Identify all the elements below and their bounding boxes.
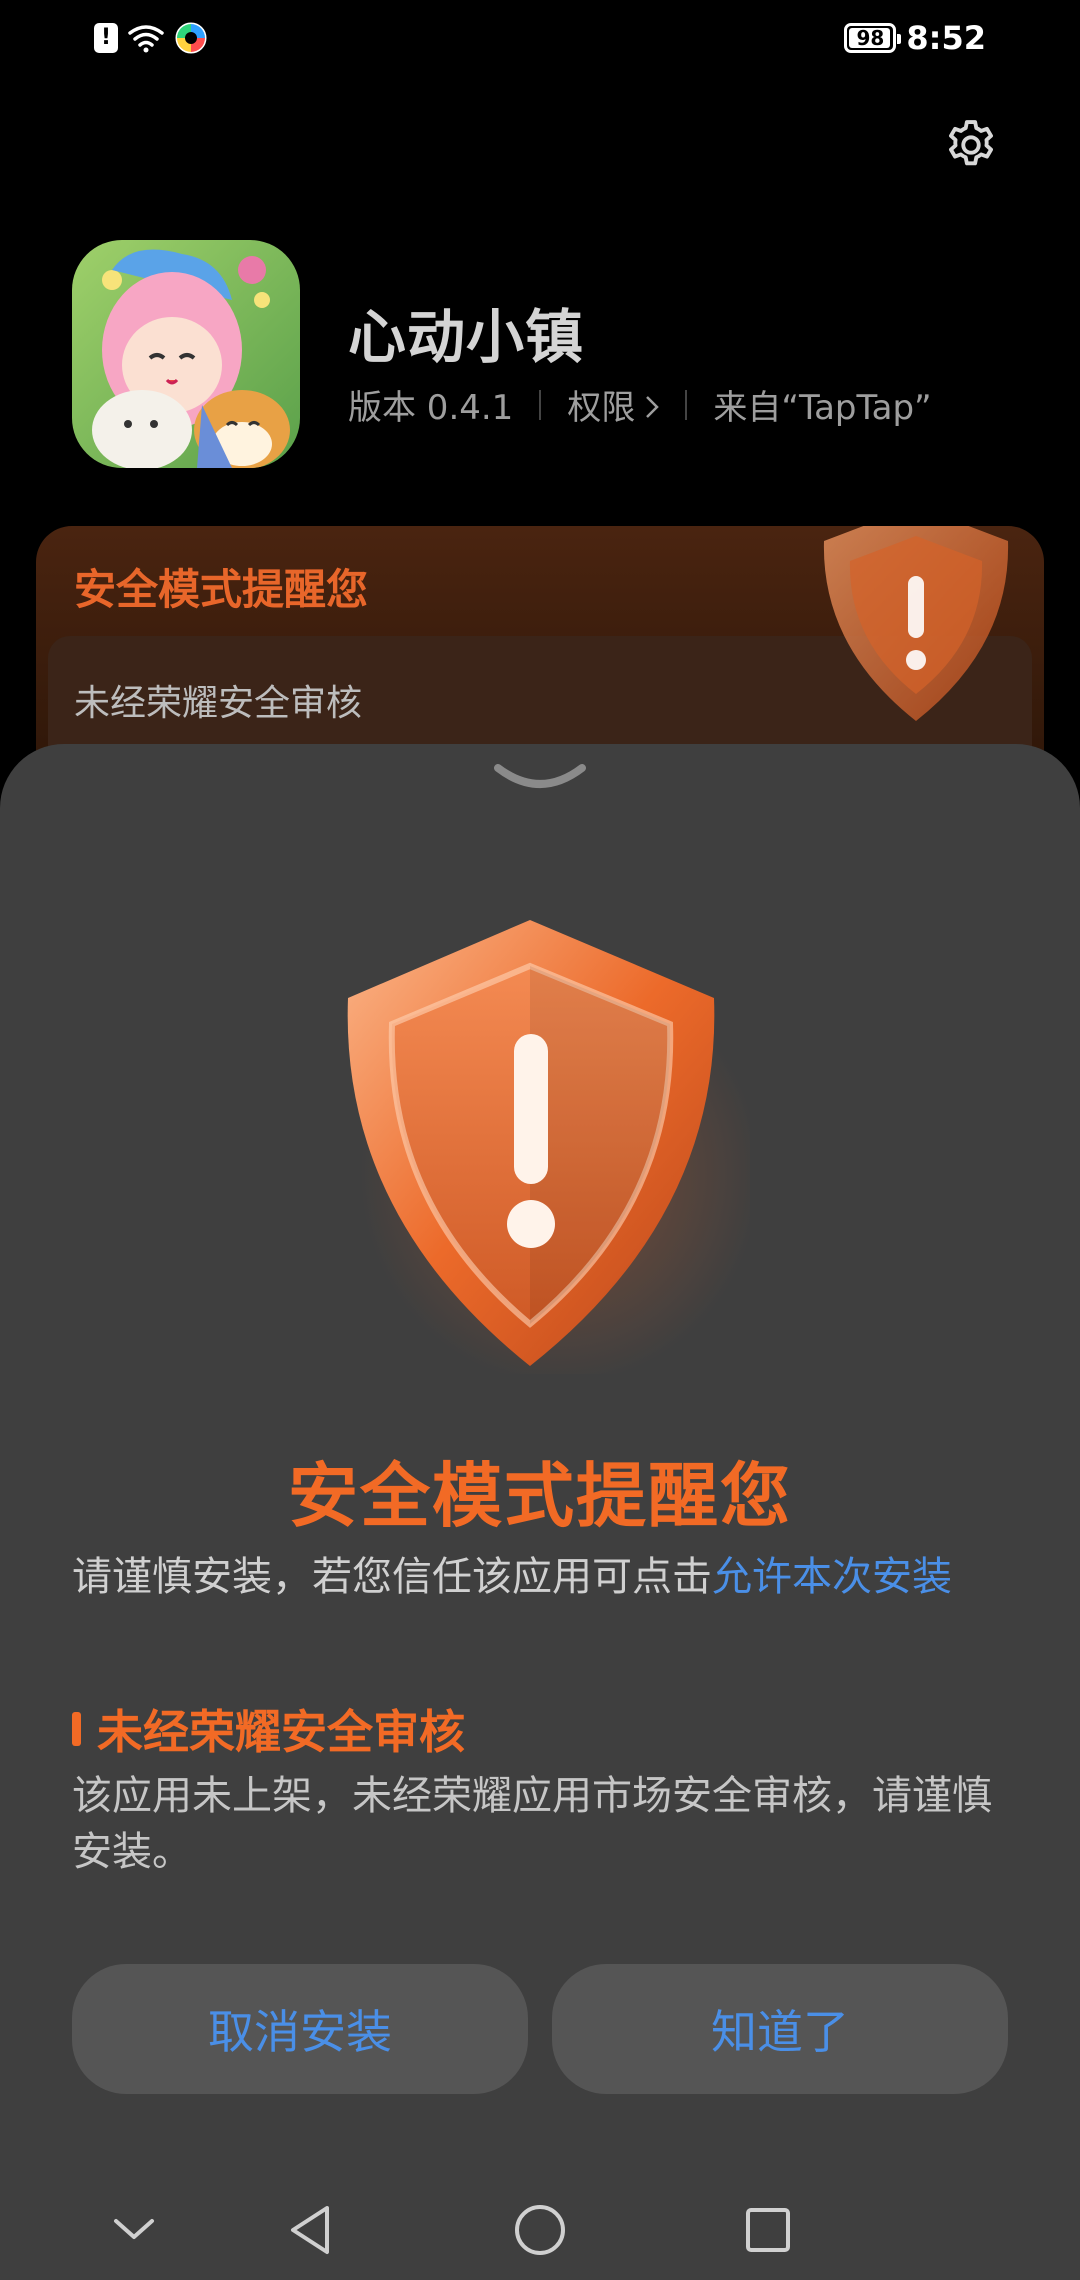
battery-percent: 98 bbox=[856, 26, 885, 50]
divider bbox=[685, 389, 688, 420]
clock: 8:52 bbox=[906, 19, 986, 57]
app-name: 心动小镇 bbox=[348, 303, 585, 371]
chevron-down-icon bbox=[114, 2219, 154, 2239]
navigation-bar bbox=[0, 2170, 1080, 2280]
gear-icon bbox=[949, 120, 993, 166]
cancel-install-button[interactable]: 取消安装 bbox=[72, 1964, 528, 2094]
section-accent-bar bbox=[72, 1712, 81, 1746]
back-icon bbox=[291, 2206, 329, 2254]
sheet-title: 安全模式提醒您 bbox=[288, 1455, 792, 1537]
allow-install-link[interactable]: 允许本次安装 bbox=[712, 1554, 952, 1600]
card-title: 安全模式提醒您 bbox=[74, 565, 369, 614]
permissions-link[interactable]: 权限 bbox=[567, 380, 660, 429]
app-notification-icon bbox=[175, 22, 207, 54]
chevron-down-icon[interactable] bbox=[492, 756, 588, 800]
status-icons-right: 98 8:52 bbox=[844, 18, 986, 58]
wifi-icon bbox=[128, 25, 164, 53]
section-title: 未经荣耀安全审核 bbox=[97, 1705, 465, 1759]
app-icon bbox=[72, 240, 300, 468]
acknowledge-button[interactable]: 知道了 bbox=[552, 1964, 1008, 2094]
nav-recents-button[interactable] bbox=[738, 2200, 798, 2260]
description-text: 请谨慎安装，若您信任该应用可点击 bbox=[72, 1554, 712, 1600]
app-source: 来自“TapTap” bbox=[713, 388, 932, 428]
recents-icon bbox=[746, 2208, 790, 2252]
shield-warning-icon bbox=[347, 920, 750, 1374]
chevron-right-icon bbox=[646, 396, 660, 418]
section-body: 该应用未上架，未经荣耀应用市场安全审核，请谨慎安装。 bbox=[72, 1773, 992, 1875]
security-bottom-sheet: 安全模式提醒您 请谨慎安装，若您信任该应用可点击允许本次安装 未经荣耀安全审核 … bbox=[0, 744, 1080, 2280]
nav-hide-button[interactable] bbox=[104, 2200, 164, 2260]
shield-warning-icon bbox=[823, 526, 1009, 721]
battery-icon: 98 bbox=[844, 23, 902, 53]
home-icon bbox=[515, 2205, 565, 2255]
status-icons-left bbox=[94, 18, 208, 58]
settings-button[interactable] bbox=[938, 112, 1004, 178]
card-subtitle: 未经荣耀安全审核 bbox=[74, 683, 363, 724]
status-bar: 98 8:52 bbox=[0, 0, 1080, 72]
nav-home-button[interactable] bbox=[510, 2200, 570, 2260]
permissions-label: 权限 bbox=[567, 388, 636, 428]
nav-back-button[interactable] bbox=[280, 2200, 340, 2260]
sheet-description: 请谨慎安装，若您信任该应用可点击允许本次安装 bbox=[72, 1544, 1012, 1602]
notification-alert-icon bbox=[94, 23, 118, 53]
app-version: 版本 0.4.1 bbox=[348, 388, 514, 428]
divider bbox=[539, 389, 542, 420]
app-meta: 版本 0.4.1 权限 来自“TapTap” bbox=[348, 380, 932, 429]
section-header: 未经荣耀安全审核 bbox=[72, 1696, 465, 1762]
